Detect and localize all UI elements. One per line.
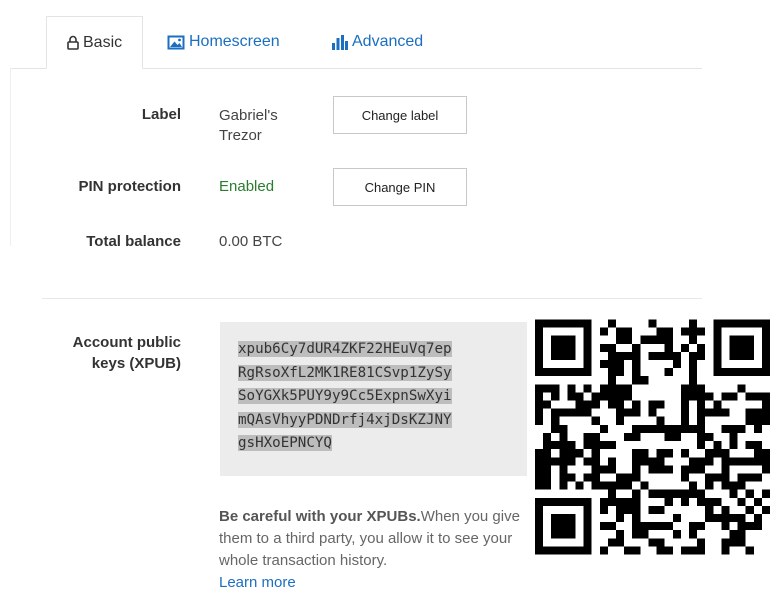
tab-homescreen-label: Homescreen (189, 33, 280, 50)
xpub-line: SoYGXk5PUY9y9Cc5ExpnSwXyi (238, 388, 452, 404)
tab-bar: Basic Homescreen Advanced (10, 16, 702, 69)
balance-row-title: Total balance (86, 233, 181, 250)
panel-border (10, 68, 11, 246)
tab-homescreen[interactable]: Homescreen (167, 16, 280, 68)
lock-icon (67, 35, 79, 50)
pin-status-value: Enabled (219, 178, 275, 195)
section-divider (42, 298, 702, 299)
xpub-line: RgRsoXfL2MK1RE81CSvp1ZySy (238, 364, 452, 381)
change-pin-button[interactable]: Change PIN (333, 168, 467, 206)
xpub-line: mQAsVhyyPDNDrfj4xjDsKZJNY (238, 411, 452, 428)
tab-basic-label: Basic (83, 33, 123, 51)
xpub-qr-code (535, 319, 770, 555)
change-label-button[interactable]: Change label (333, 96, 467, 134)
pin-row-title: PIN protection (78, 178, 181, 195)
tab-advanced-label: Advanced (352, 33, 424, 50)
device-label-line2: Trezor (219, 127, 262, 144)
xpub-row-title: Account public keys (XPUB) (40, 332, 181, 374)
xpub-line: gsHXoEPNCYQ (238, 435, 332, 451)
xpub-warning: Be careful with your XPUBs.When you give… (219, 506, 529, 594)
xpub-title-line2: keys (XPUB) (91, 355, 181, 372)
bar-chart-icon (332, 34, 348, 50)
total-balance-value: 0.00 BTC (219, 233, 283, 250)
xpub-warning-bold: Be careful with your XPUBs. (219, 508, 421, 525)
image-icon (167, 35, 185, 50)
device-label-value: Gabriel's Trezor (219, 106, 278, 146)
xpub-title-line1: Account public (72, 334, 181, 351)
tab-advanced[interactable]: Advanced (332, 16, 423, 68)
device-label-line1: Gabriel's (219, 107, 278, 124)
xpub-line: xpub6Cy7dUR4ZKF22HEuVq7ep (238, 341, 452, 357)
tab-basic[interactable]: Basic (46, 16, 144, 69)
learn-more-link[interactable]: Learn more (219, 572, 529, 594)
label-row-title: Label (141, 106, 181, 123)
xpub-value[interactable]: xpub6Cy7dUR4ZKF22HEuVq7ep RgRsoXfL2MK1RE… (238, 338, 514, 456)
